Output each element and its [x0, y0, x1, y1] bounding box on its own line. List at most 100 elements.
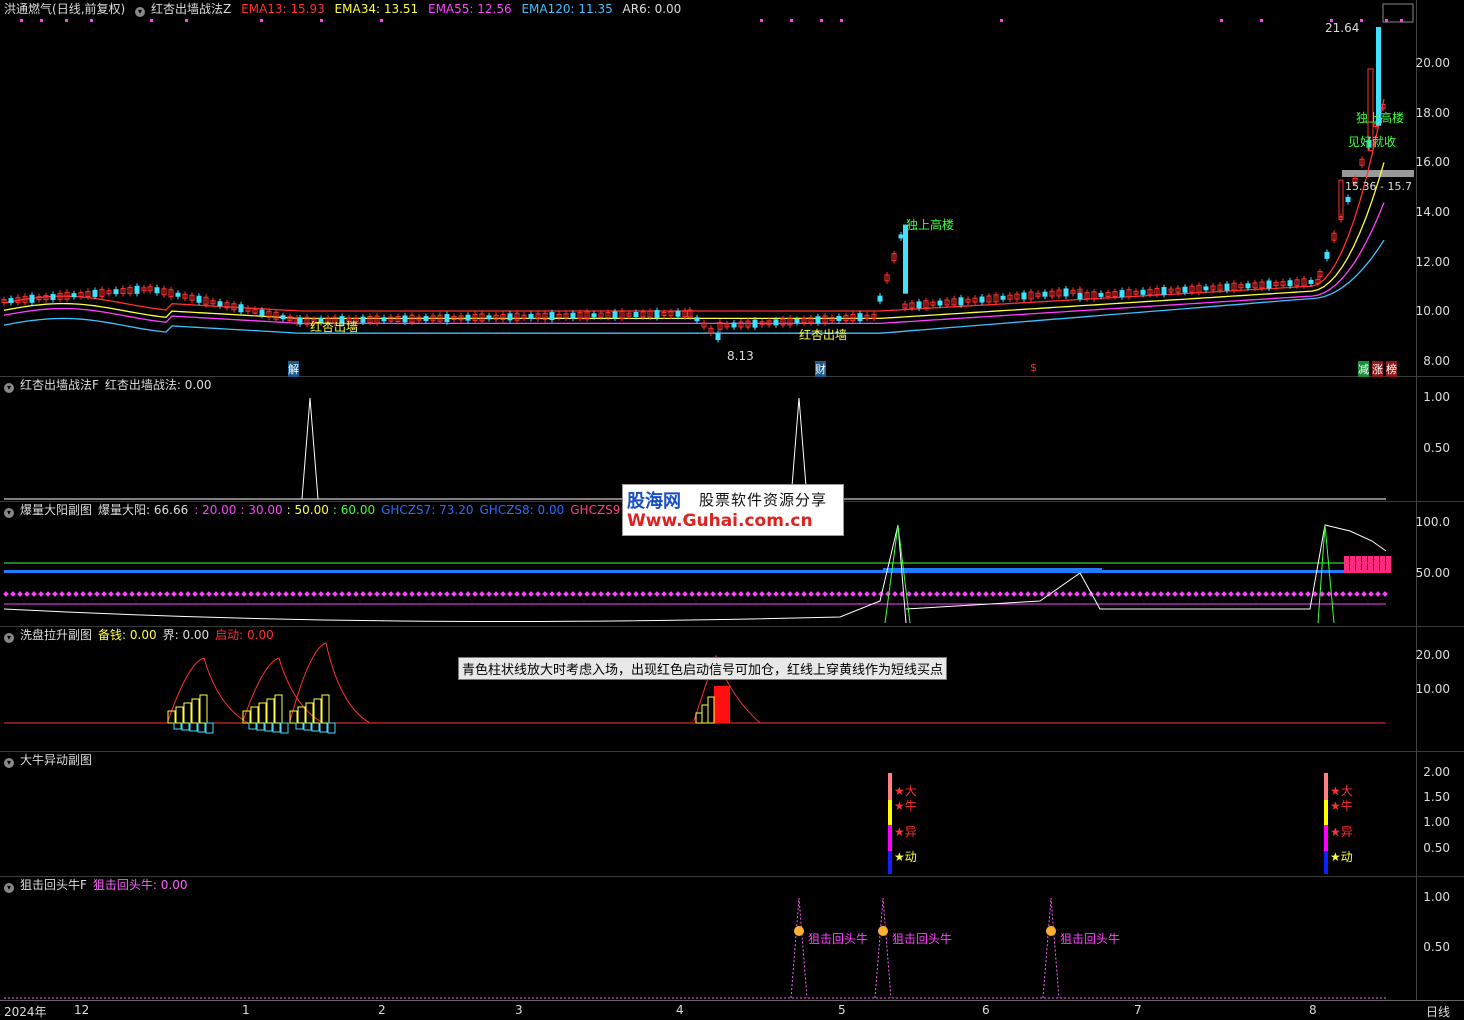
period-switch[interactable]: 日线	[1426, 1003, 1450, 1020]
volume-bar	[853, 570, 856, 573]
dushang-gaolou-2: 独上高楼	[1356, 111, 1405, 125]
volume-bar	[895, 568, 898, 573]
panel-menu-icon[interactable]: ▾	[4, 758, 14, 768]
volume-bar	[439, 570, 442, 573]
xipan-subchart[interactable]: ▾ 洗盘拉升副图 备钱: 0.00 界: 0.00 启动: 0.00 20.00 10.…	[0, 626, 1464, 752]
indicator-name[interactable]: 红杏出墙战法Z	[151, 2, 231, 16]
volume-bar	[283, 570, 286, 573]
volume-bar	[694, 570, 697, 573]
volume-bar-pink	[1374, 556, 1379, 573]
volume-bar	[160, 570, 163, 573]
marker-cai[interactable]: 财	[815, 361, 826, 377]
indicator-menu-icon[interactable]: ▾	[135, 7, 146, 17]
volume-bar	[685, 570, 688, 573]
juji-subchart[interactable]: ▾ 狙击回头牛F 狙击回头牛: 0.00 1.00 0.50 狙击回头牛 狙击回头牛…	[0, 876, 1464, 1001]
volume-bar	[265, 570, 268, 573]
panel-menu-icon[interactable]: ▾	[4, 633, 14, 643]
diamond	[976, 591, 982, 597]
volume-bar	[433, 570, 436, 573]
marker-zt[interactable]: 涨	[1372, 361, 1383, 377]
xipan-bar-down	[248, 722, 257, 730]
volume-bar	[1303, 570, 1306, 573]
volume-bar	[973, 568, 976, 573]
signal-dot	[1000, 19, 1003, 22]
y-tick: 10.00	[1415, 304, 1450, 318]
volume-bar	[13, 570, 16, 573]
volume-bar-pink	[1344, 556, 1349, 573]
p2-name[interactable]: 红杏出墙战法F	[20, 378, 99, 392]
volume-bar	[1243, 570, 1246, 573]
y-tick: 8.00	[1423, 354, 1450, 368]
diamond	[843, 591, 849, 597]
panel-menu-icon[interactable]: ▾	[4, 508, 14, 518]
diamond	[514, 591, 520, 597]
volume-bar-pink	[1350, 556, 1355, 573]
stock-name[interactable]: 洪通燃气	[4, 2, 52, 16]
xipan-bar	[191, 698, 200, 724]
volume-bar	[271, 570, 274, 573]
diamond	[332, 591, 338, 597]
diamond	[885, 591, 891, 597]
diamond	[892, 591, 898, 597]
volume-bar	[76, 570, 79, 573]
volume-bar	[721, 570, 724, 573]
diamond	[1291, 591, 1297, 597]
volume-bar	[316, 570, 319, 573]
xipan-bar-down	[256, 722, 265, 731]
marker-dollar[interactable]: $	[1030, 361, 1037, 374]
marker-bang[interactable]: 榜	[1386, 361, 1397, 377]
volume-bar	[154, 570, 157, 573]
xipan-curve	[289, 642, 371, 724]
volume-bar	[658, 570, 661, 573]
diamond	[612, 591, 618, 597]
diamond	[752, 591, 758, 597]
volume-bar	[1276, 570, 1279, 573]
diamond	[1102, 591, 1108, 597]
volume-bar	[847, 570, 850, 573]
diamond	[1298, 591, 1304, 597]
volume-bar	[1252, 570, 1255, 573]
main-chart-panel[interactable]: 洪通燃气(日线,前复权) ▾ 红杏出墙战法Z EMA13: 15.93 EMA34…	[0, 0, 1464, 377]
volume-bar	[1141, 570, 1144, 573]
marker-jie[interactable]: 解	[288, 361, 299, 377]
p6-name[interactable]: 狙击回头牛F	[20, 878, 87, 892]
volume-bar	[562, 570, 565, 573]
diamond	[1172, 591, 1178, 597]
volume-bar	[868, 570, 871, 573]
volume-bar	[571, 570, 574, 573]
panel-menu-icon[interactable]: ▾	[4, 383, 14, 393]
p5-name[interactable]: 大牛异动副图	[20, 753, 92, 767]
volume-bar	[499, 570, 502, 573]
panel-menu-icon[interactable]: ▾	[4, 883, 14, 893]
volume-bar	[1102, 570, 1105, 573]
x-tick: 3	[515, 1003, 523, 1017]
volume-bar	[19, 570, 22, 573]
volume-bar	[757, 570, 760, 573]
diamond	[1109, 591, 1115, 597]
volume-bar	[148, 570, 151, 573]
volume-bar	[7, 570, 10, 573]
volume-bar	[856, 570, 859, 573]
volume-bar	[37, 570, 40, 573]
marker-jian[interactable]: 减	[1358, 361, 1369, 377]
volume-bar	[1171, 570, 1174, 573]
volume-bar	[1318, 570, 1321, 573]
p3-name[interactable]: 爆量大阳副图	[20, 503, 92, 517]
volume-bar	[1336, 570, 1339, 573]
diamond	[1305, 591, 1311, 597]
volume-bar	[421, 570, 424, 573]
diamond	[1235, 591, 1241, 597]
juji-signal-3: 狙击回头牛	[1060, 932, 1121, 946]
diamond	[115, 591, 121, 597]
p3-v7: GHCZS8: 0.00	[479, 503, 565, 517]
p4-name[interactable]: 洗盘拉升副图	[20, 628, 92, 642]
candlestick-chart[interactable]	[0, 0, 1464, 376]
volume-bar	[214, 570, 217, 573]
volume-bar	[424, 570, 427, 573]
volume-bar	[949, 568, 952, 573]
volume-bar	[1198, 570, 1201, 573]
volume-bar	[25, 570, 28, 573]
daniu-subchart[interactable]: ▾ 大牛异动副图 2.00 1.50 1.00 0.50 ★大 ★牛 ★异 ★动 …	[0, 751, 1464, 877]
diamond	[1137, 591, 1143, 597]
signal-dot	[820, 19, 823, 22]
